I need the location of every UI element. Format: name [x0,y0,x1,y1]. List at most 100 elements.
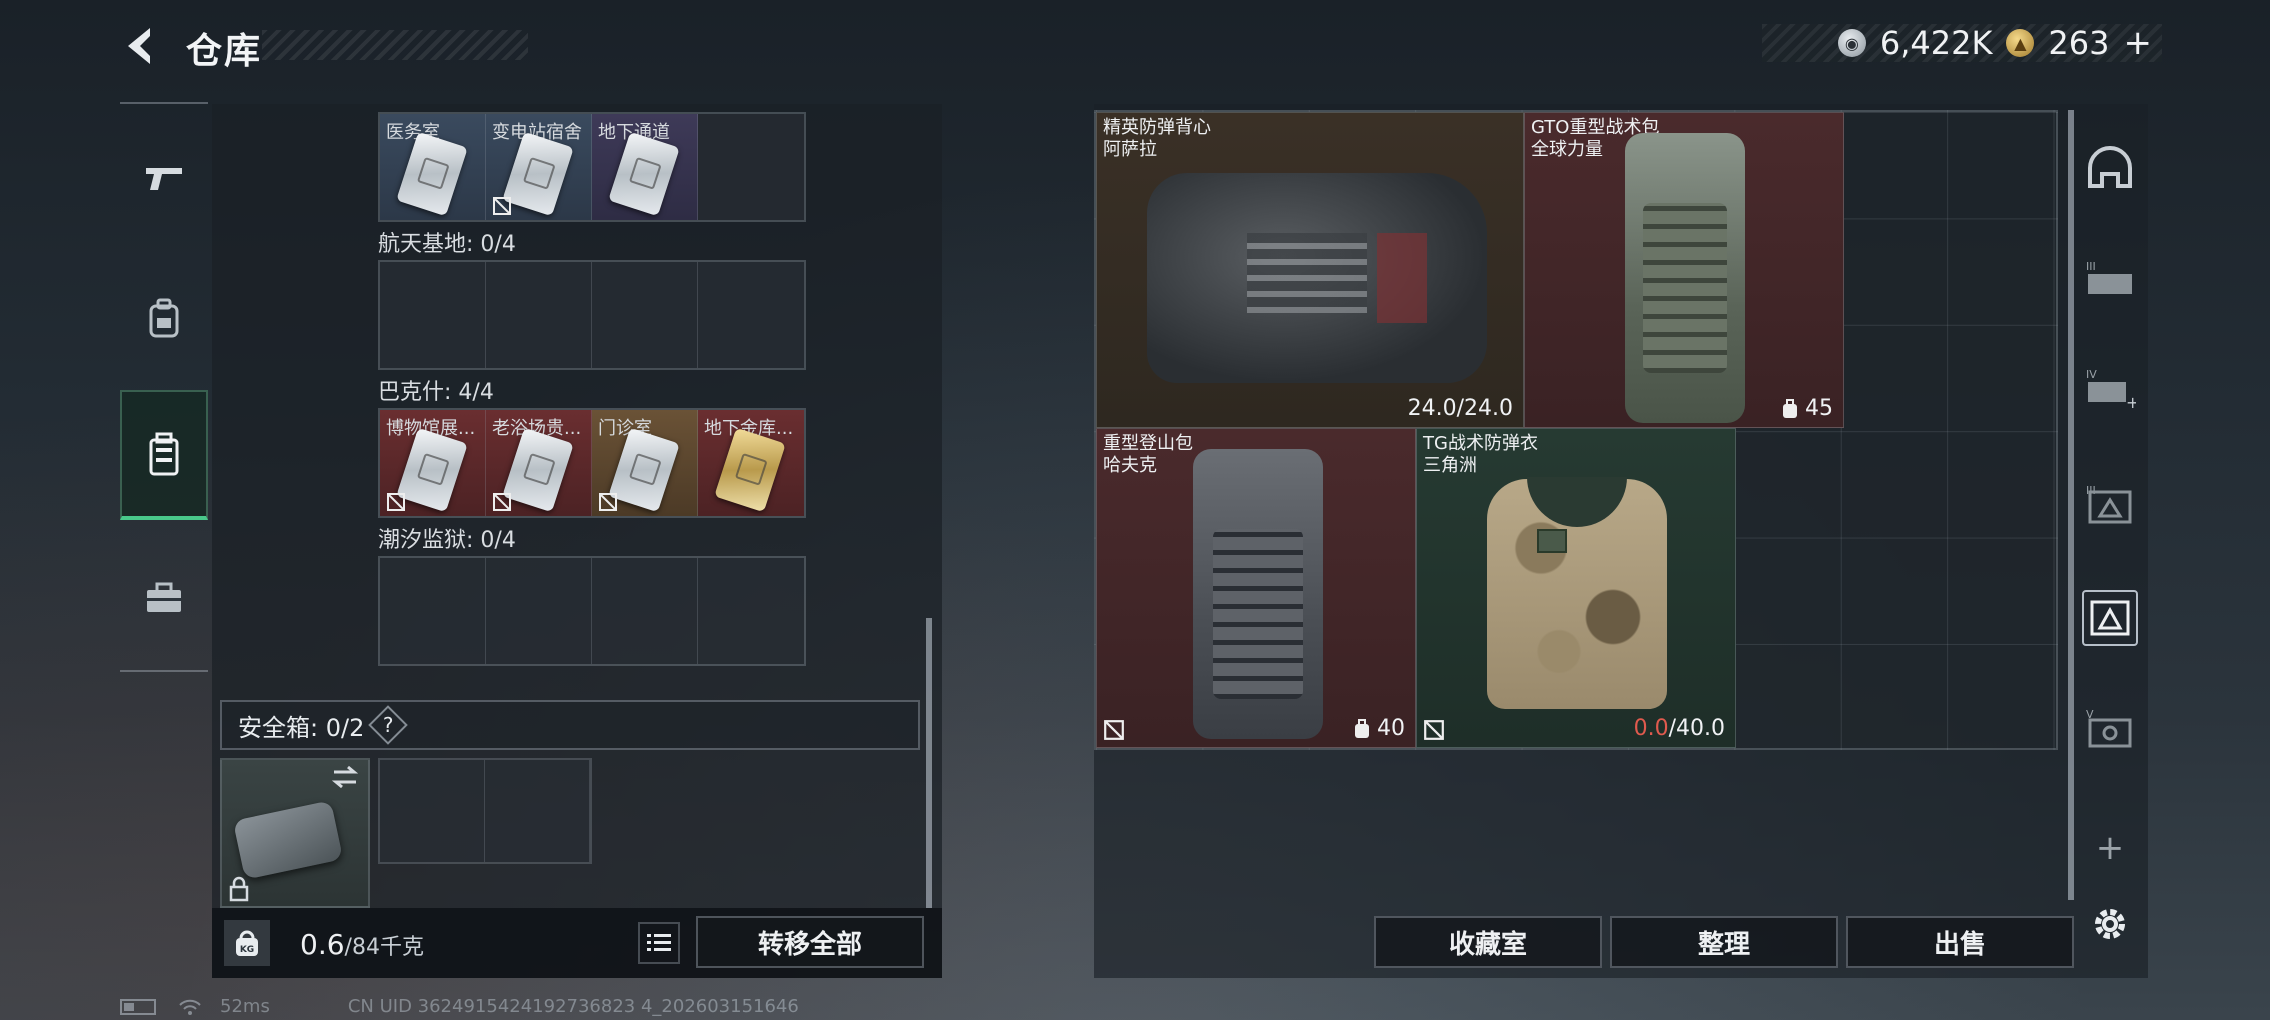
item-name: 精英防弹背心 阿萨拉 [1103,117,1211,161]
filter-backpack-iii[interactable]: III [2082,476,2138,532]
organize-button[interactable]: 整理 [1610,916,1838,968]
no-carry-icon [493,197,511,215]
item-name-line2: 哈夫克 [1103,455,1157,476]
no-carry-icon [599,493,617,511]
keycard-icon [396,131,468,217]
left-scrollbar[interactable] [926,618,932,908]
filter-armor-iii[interactable]: III [2082,250,2138,306]
keycard-icon [714,427,786,513]
key-slot[interactable]: 地下金库... [698,410,804,516]
armor-iii-icon: III [2086,260,2132,294]
transfer-all-button[interactable]: 转移全部 [696,916,924,968]
key-slot[interactable]: 医务室 [380,114,486,220]
key-row-bakshi: 博物馆展... 老浴场贵... 门诊室 地下金库... [378,408,806,518]
no-carry-icon [493,493,511,511]
item-name: TG战术防弹衣 三角洲 [1423,433,1538,477]
swap-icon[interactable] [330,764,360,790]
item-tg-tactical-vest[interactable]: TG战术防弹衣 三角洲 0.0/40.0 [1416,428,1736,748]
keycard-icon [608,131,680,217]
item-gto-backpack[interactable]: GTO重型战术包 全球力量 45 [1524,112,1844,428]
weight-badge-label: KG [240,945,254,955]
safe-box-header: 安全箱: 0/2 ? [220,700,920,750]
weight-readout: 0.6/84千克 [300,928,424,961]
toolbox-icon [147,582,181,612]
durability-value: 24.0/24.0 [1407,396,1513,421]
backpack-icon [149,298,179,338]
key-row-aerospace [378,260,806,370]
right-scrollbar[interactable] [2068,110,2074,900]
gear-icon [2095,909,2125,939]
no-carry-icon [1104,720,1124,740]
key-slot-empty[interactable] [380,558,486,664]
key-slot-empty[interactable] [486,558,592,664]
durability-max: /40.0 [1668,716,1725,741]
capacity-value: 40 [1377,716,1405,741]
key-slot[interactable]: 门诊室 [592,410,698,516]
kettlebell-icon: KG [236,930,258,956]
add-currency-button[interactable]: + [2124,23,2153,63]
key-slot[interactable]: 地下通道 [592,114,698,220]
add-filter-button[interactable]: + [2082,820,2138,876]
lock-icon [229,876,249,902]
wifi-icon [179,999,201,1015]
sidebar-item-equipment[interactable] [120,268,208,368]
help-label: ? [383,713,394,737]
item-capacity: 45 [1781,396,1833,421]
item-elite-vest[interactable]: 精英防弹背心 阿萨拉 24.0/24.0 [1096,112,1524,428]
key-slot[interactable]: 变电站宿舍 [486,114,592,220]
safe-slot-empty[interactable] [485,760,590,862]
keycase-icon [149,432,179,476]
sidebar-item-toolbox[interactable] [120,548,208,648]
key-slot[interactable]: 老浴场贵... [486,410,592,516]
keycard-icon [608,427,680,513]
no-carry-icon [387,493,405,511]
sidebar-item-keys[interactable] [120,390,208,520]
sell-button[interactable]: 出售 [1846,916,2074,968]
keycard-icon [502,131,574,217]
silver-amount: 6,422K [1879,24,1993,62]
pistol-icon [146,168,182,190]
tier-label: IV [2086,368,2097,381]
sidebar-item-weapons[interactable] [120,128,208,228]
weight-max: /84千克 [344,935,424,960]
collection-room-button[interactable]: 收藏室 [1374,916,1602,968]
key-slot-empty[interactable] [698,262,804,368]
vest-patch [1537,529,1567,553]
vest-pouches [1247,233,1367,313]
item-durability: 0.0/40.0 [1634,716,1725,741]
key-slot-empty[interactable] [380,262,486,368]
key-slot-empty[interactable] [592,558,698,664]
back-button[interactable] [118,22,166,70]
weight-icon: KG [224,920,270,966]
list-view-button[interactable] [638,922,680,964]
filter-backpack-v[interactable]: V [2082,700,2138,756]
item-name-line2: 阿萨拉 [1103,139,1157,160]
currency-bar: ◉ 6,422K ▲ 263 + [1762,23,2162,63]
key-slot-empty[interactable] [698,114,804,220]
key-slot-empty[interactable] [592,262,698,368]
weight-current: 0.6 [300,928,345,961]
safe-slot-empty[interactable] [380,760,485,862]
add-icon: + [2095,828,2125,868]
group-label-aerospace: 航天基地: 0/4 [378,232,516,257]
item-capacity: 40 [1353,716,1405,741]
list-icon [647,934,671,951]
uid-value: CN UID 3624915424192736823 4_20260315164… [347,996,799,1017]
key-slot-empty[interactable] [486,262,592,368]
title-decoration [262,30,528,60]
filter-helmet[interactable] [2082,140,2138,196]
tier-plus-label: + [2126,393,2136,410]
settings-button[interactable] [2082,896,2138,952]
durability-current: 0.0 [1633,716,1669,741]
filter-armor-iv[interactable]: IV + [2082,360,2138,416]
filter-backpack-active[interactable] [2082,590,2138,646]
key-row-tidal-prison [378,556,806,666]
help-button[interactable]: ? [368,705,409,745]
item-name-line1: 精英防弹背心 [1103,117,1211,138]
key-slot-empty[interactable] [698,558,804,664]
backpack-iii-icon: III [2086,484,2132,524]
tier-label: III [2086,260,2096,273]
item-heavy-mountain-backpack[interactable]: 重型登山包 哈夫克 40 [1096,428,1416,748]
key-slot[interactable]: 博物馆展... [380,410,486,516]
keycard-icon [396,427,468,513]
